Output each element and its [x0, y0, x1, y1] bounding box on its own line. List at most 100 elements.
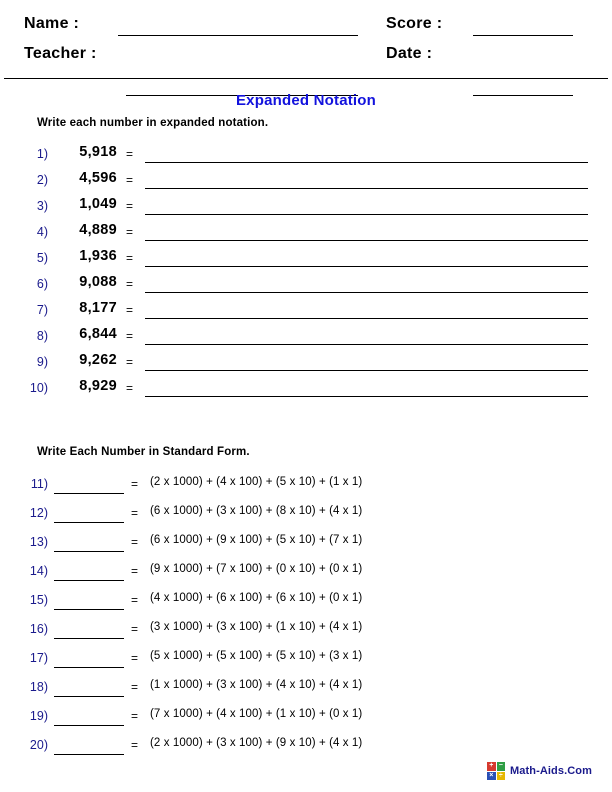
answer-blank-line[interactable]	[145, 214, 588, 215]
problem-number: 9)	[36, 355, 48, 369]
equals-sign: =	[131, 593, 139, 607]
equals-sign: =	[131, 709, 139, 723]
problem-number: 11)	[30, 477, 48, 491]
equals-sign: =	[131, 506, 139, 520]
problem-number: 4)	[36, 225, 48, 239]
standard-form-row: 11) = (2 x 1000) + (4 x 100) + (5 x 10) + …	[0, 472, 612, 501]
answer-blank-line[interactable]	[145, 162, 588, 163]
header-row-teacher-date: Teacher : Date :	[0, 40, 612, 96]
equals-sign: =	[131, 651, 139, 665]
problem-value: 4,596	[79, 170, 117, 186]
expanded-expression: (3 x 1000) + (3 x 100) + (1 x 10) + (4 x…	[150, 621, 363, 633]
answer-blank-line[interactable]	[54, 551, 124, 552]
worksheet-header: Name : Score : Teacher : Date :	[0, 0, 612, 96]
standard-form-row: 20) = (2 x 1000) + (3 x 100) + (9 x 10) + …	[0, 733, 612, 762]
score-input-line[interactable]	[473, 35, 573, 36]
answer-blank-line[interactable]	[145, 396, 588, 397]
equals-sign: =	[126, 381, 134, 395]
problem-number: 8)	[36, 329, 48, 343]
problem-number: 16)	[29, 622, 48, 636]
standard-form-row: 14) = (9 x 1000) + (7 x 100) + (0 x 10) + …	[0, 559, 612, 588]
section2-instruction: Write Each Number in Standard Form.	[37, 446, 250, 458]
equals-sign: =	[126, 225, 134, 239]
page-title: Expanded Notation	[235, 92, 377, 109]
answer-blank-line[interactable]	[54, 754, 124, 755]
answer-blank-line[interactable]	[145, 370, 588, 371]
answer-blank-line[interactable]	[145, 318, 588, 319]
problem-value: 9,262	[79, 352, 117, 368]
equals-sign: =	[131, 738, 139, 752]
times-symbol-cell: ×	[487, 771, 496, 780]
problem-number: 20)	[29, 738, 48, 752]
answer-blank-line[interactable]	[145, 344, 588, 345]
expanded-expression: (5 x 1000) + (5 x 100) + (5 x 10) + (3 x…	[150, 650, 363, 662]
answer-blank-line[interactable]	[145, 188, 588, 189]
problem-number: 2)	[36, 173, 48, 187]
expanded-notation-row: 3) 1,049 =	[0, 195, 612, 221]
equals-sign: =	[126, 147, 134, 161]
expanded-notation-row: 9) 9,262 =	[0, 351, 612, 377]
equals-sign: =	[131, 477, 139, 491]
expanded-expression: (1 x 1000) + (3 x 100) + (4 x 10) + (4 x…	[150, 679, 363, 691]
standard-form-row: 13) = (6 x 1000) + (9 x 100) + (5 x 10) + …	[0, 530, 612, 559]
expanded-notation-row: 7) 8,177 =	[0, 299, 612, 325]
answer-blank-line[interactable]	[54, 696, 124, 697]
footer-logo-text: Math-Aids.Com	[510, 765, 592, 777]
minus-symbol-cell: −	[496, 762, 505, 771]
expanded-notation-row: 4) 4,889 =	[0, 221, 612, 247]
section1-problem-list: 1) 5,918 = 2) 4,596 = 3) 1,049 = 4) 4,889 = 5) 1,936 =…	[0, 143, 612, 403]
problem-value: 8,929	[79, 378, 117, 394]
teacher-label: Teacher :	[24, 45, 97, 62]
answer-blank-line[interactable]	[54, 522, 124, 523]
standard-form-row: 15) = (4 x 1000) + (6 x 100) + (6 x 10) + …	[0, 588, 612, 617]
problem-number: 15)	[29, 593, 48, 607]
math-symbols-grid-icon: + − × ÷	[487, 762, 505, 780]
expanded-expression: (6 x 1000) + (9 x 100) + (5 x 10) + (7 x…	[150, 534, 363, 546]
expanded-notation-row: 2) 4,596 =	[0, 169, 612, 195]
divide-symbol-cell: ÷	[496, 771, 505, 780]
name-input-line[interactable]	[118, 35, 358, 36]
problem-number: 3)	[36, 199, 48, 213]
expanded-expression: (6 x 1000) + (3 x 100) + (8 x 10) + (4 x…	[150, 505, 363, 517]
expanded-expression: (2 x 1000) + (4 x 100) + (5 x 10) + (1 x…	[150, 476, 363, 488]
answer-blank-line[interactable]	[145, 240, 588, 241]
equals-sign: =	[131, 564, 139, 578]
problem-value: 9,088	[79, 274, 117, 290]
expanded-expression: (2 x 1000) + (3 x 100) + (9 x 10) + (4 x…	[150, 737, 363, 749]
expanded-notation-row: 6) 9,088 =	[0, 273, 612, 299]
expanded-expression: (4 x 1000) + (6 x 100) + (6 x 10) + (0 x…	[150, 592, 363, 604]
equals-sign: =	[126, 173, 134, 187]
expanded-notation-row: 10) 8,929 =	[0, 377, 612, 403]
equals-sign: =	[131, 680, 139, 694]
problem-number: 6)	[36, 277, 48, 291]
answer-blank-line[interactable]	[54, 667, 124, 668]
standard-form-row: 17) = (5 x 1000) + (5 x 100) + (5 x 10) + …	[0, 646, 612, 675]
equals-sign: =	[126, 303, 134, 317]
standard-form-row: 19) = (7 x 1000) + (4 x 100) + (1 x 10) + …	[0, 704, 612, 733]
problem-value: 5,918	[79, 144, 117, 160]
problem-number: 7)	[36, 303, 48, 317]
answer-blank-line[interactable]	[54, 638, 124, 639]
section1-instruction: Write each number in expanded notation.	[37, 117, 269, 129]
equals-sign: =	[131, 622, 139, 636]
answer-blank-line[interactable]	[145, 266, 588, 267]
problem-number: 12)	[29, 506, 48, 520]
plus-symbol-cell: +	[487, 762, 496, 771]
problem-number: 5)	[36, 251, 48, 265]
header-divider	[4, 78, 608, 79]
answer-blank-line[interactable]	[54, 580, 124, 581]
answer-blank-line[interactable]	[54, 493, 124, 494]
expanded-expression: (7 x 1000) + (4 x 100) + (1 x 10) + (0 x…	[150, 708, 363, 720]
problem-value: 4,889	[79, 222, 117, 238]
problem-number: 17)	[29, 651, 48, 665]
equals-sign: =	[126, 329, 134, 343]
standard-form-row: 18) = (1 x 1000) + (3 x 100) + (4 x 10) + …	[0, 675, 612, 704]
equals-sign: =	[131, 535, 139, 549]
expanded-expression: (9 x 1000) + (7 x 100) + (0 x 10) + (0 x…	[150, 563, 363, 575]
answer-blank-line[interactable]	[145, 292, 588, 293]
name-label: Name :	[24, 15, 80, 32]
answer-blank-line[interactable]	[54, 609, 124, 610]
standard-form-row: 16) = (3 x 1000) + (3 x 100) + (1 x 10) + …	[0, 617, 612, 646]
standard-form-row: 12) = (6 x 1000) + (3 x 100) + (8 x 10) + …	[0, 501, 612, 530]
answer-blank-line[interactable]	[54, 725, 124, 726]
